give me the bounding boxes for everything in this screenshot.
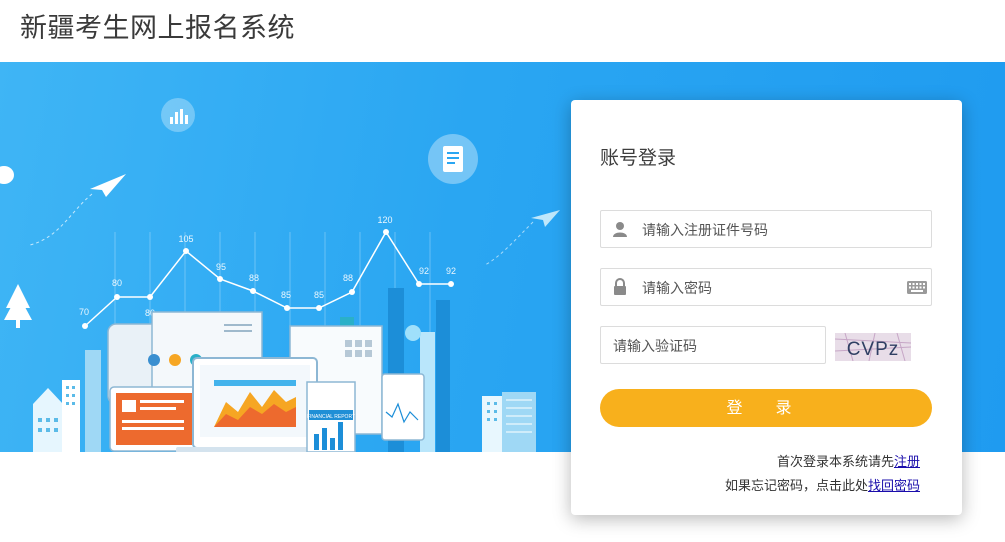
chart-point [114,294,120,300]
chart-label: 95 [216,262,226,272]
chart-point [250,288,256,294]
chart-label: 70 [79,307,89,317]
chart-point [183,248,189,254]
cloud-shape [0,166,14,184]
chart-point [316,305,322,311]
header: 新疆考生网上报名系统 [0,0,1005,62]
paper-plane-icon [484,210,560,266]
document-icon [428,134,478,184]
forgot-prompt: 如果忘记密码，点击此处 [724,479,868,494]
id-number-input[interactable]: 请输入注册证件号码 [600,210,932,248]
chart-label: 85 [314,290,324,300]
id-number-placeholder: 请输入注册证件号码 [642,223,768,239]
chart-point [383,229,389,235]
register-hint: 首次登录本系统请先注册 [777,451,920,470]
financial-report-label: FINANCIAL REPORT [307,414,355,420]
login-button[interactable]: 登 录 [600,389,932,427]
chart-label: 85 [281,290,291,300]
site-title: 新疆考生网上报名系统 [20,13,295,44]
captcha-image[interactable]: CVPz [835,333,911,361]
user-icon [613,222,627,237]
chart-point [416,281,422,287]
chart-label: 88 [343,273,353,283]
register-link[interactable]: 注册 [894,455,920,470]
bar-chart-icon [161,98,195,132]
chart-label: 92 [446,266,456,276]
captcha-input[interactable]: 请输入验证码 [600,326,826,364]
chart-point [147,294,153,300]
password-placeholder: 请输入密码 [642,281,712,297]
keyboard-icon[interactable] [907,281,927,294]
chart-label: 105 [178,234,193,244]
chart-label: 88 [249,273,259,283]
login-title: 账号登录 [600,147,677,169]
chart-point [217,276,223,282]
register-prompt: 首次登录本系统请先 [776,455,894,470]
chart-point [448,281,454,287]
chart-label: 80 [112,278,122,288]
chart-point [284,305,290,311]
chart-point [349,289,355,295]
password-input[interactable]: 请输入密码 [600,268,932,306]
paper-plane-icon [29,174,126,246]
chart-label: 92 [419,266,429,276]
chart-point [82,323,88,329]
chart-label: 120 [377,215,392,225]
captcha-placeholder: 请输入验证码 [613,339,697,355]
captcha-text: CVPz [847,339,900,360]
forgot-hint: 如果忘记密码，点击此处找回密码 [725,475,920,494]
lock-icon [614,278,626,295]
tree-icon [4,284,32,328]
login-card: 账号登录 请输入注册证件号码 请输入密码 请输入验证码 CVPz 登 录 首次登… [571,100,962,515]
forgot-password-link[interactable]: 找回密码 [868,479,920,494]
